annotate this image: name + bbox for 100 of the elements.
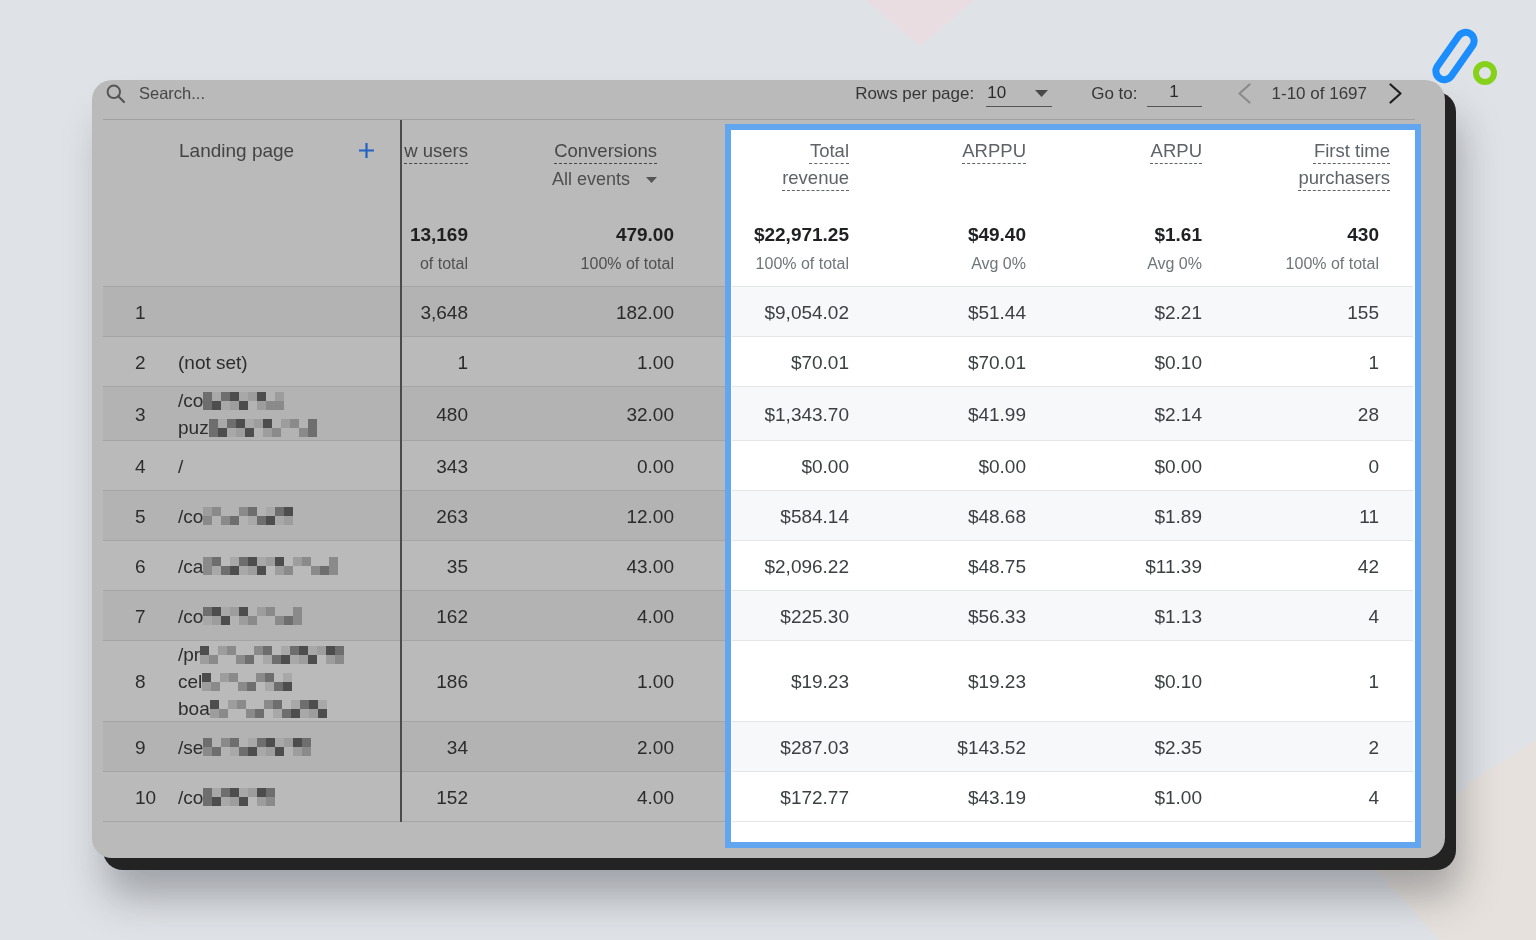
table-cell-text: $0.00: [800, 454, 850, 479]
table-cell-text: 12.00: [625, 504, 675, 529]
total-value: $22,971.25: [752, 223, 849, 247]
landing-page-text: (not set): [178, 350, 248, 375]
row-number: 9: [134, 735, 147, 760]
caret-down-icon: [1035, 89, 1049, 97]
total-note: Avg 0%: [1146, 254, 1202, 274]
table-cell-text: $143.52: [956, 735, 1027, 760]
table-cell-text: 1.00: [636, 350, 675, 375]
table-cell-text: $0.00: [977, 454, 1027, 479]
go-to-label: Go to:: [1091, 82, 1138, 105]
table-cell-text: $584.14: [779, 504, 850, 529]
column-header[interactable]: First time purchasers: [1286, 137, 1390, 191]
table-cell-text: 34: [445, 735, 469, 760]
table-cell-text: $48.68: [966, 504, 1027, 529]
landing-page-text: /co: [178, 785, 204, 810]
table-cell-text: 11: [1358, 504, 1380, 529]
table-cell-text: 4.00: [636, 785, 675, 810]
column-header[interactable]: Landing page: [179, 137, 295, 164]
total-value: $49.40: [966, 223, 1026, 247]
table-cell-text: 480: [435, 402, 469, 427]
landing-page-text: /co: [178, 389, 204, 413]
landing-page-text: /se: [178, 735, 204, 760]
plus-icon: [359, 143, 374, 158]
table-cell-text: $225.30: [779, 604, 850, 629]
total-note: 100% of total: [754, 254, 849, 274]
table-cell-text: $172.77: [779, 785, 850, 810]
landing-page-text: /co: [178, 604, 204, 629]
table-cell-text: 1: [456, 350, 469, 375]
table-cell-text: 186: [435, 670, 469, 694]
next-page-button[interactable]: [1389, 83, 1402, 104]
chevron-right-icon: [1389, 83, 1402, 104]
row-number: 2: [134, 350, 147, 375]
total-value: 430: [1346, 223, 1379, 247]
table-cell-text: $1.89: [1153, 504, 1203, 529]
column-header[interactable]: Conversions: [554, 137, 657, 164]
table-cell-text: 28: [1356, 402, 1380, 427]
landing-page-text: /pr: [178, 643, 201, 667]
total-note: 100% of total: [579, 254, 674, 274]
table-cell-text: 155: [1346, 300, 1380, 325]
table-cell-text: $70.01: [789, 350, 850, 375]
row-number: 3: [134, 402, 147, 427]
search-icon: [106, 84, 125, 103]
landing-page-text: /co: [178, 504, 204, 529]
total-value: $1.61: [1153, 223, 1202, 247]
table-cell-text: $2.14: [1153, 402, 1203, 427]
add-dimension-button[interactable]: [359, 143, 374, 158]
table-cell-text: $0.10: [1153, 670, 1203, 694]
total-note: Avg 0%: [970, 254, 1026, 274]
table-cell-text: 1: [1367, 670, 1380, 694]
rows-per-page-dropdown[interactable]: 10: [986, 80, 1053, 107]
table-cell-text: $48.75: [966, 554, 1027, 579]
column-header[interactable]: w users: [404, 137, 468, 164]
landing-page-text: cel: [178, 670, 203, 694]
table-cell-text: 4.00: [636, 604, 675, 629]
table-cell-text: 35: [445, 554, 469, 579]
table-cell-text: $43.19: [966, 785, 1027, 810]
table-cell-text: $2.21: [1153, 300, 1203, 325]
table-cell-text: $1.13: [1153, 604, 1203, 629]
column-header[interactable]: Total revenue: [745, 137, 849, 191]
table-cell-text: $1,343.70: [763, 402, 850, 427]
go-to-field[interactable]: 1: [1146, 80, 1202, 107]
total-note: of total: [418, 254, 468, 274]
table-cell-text: 2.00: [636, 735, 675, 760]
event-filter-dropdown[interactable]: All events: [551, 166, 657, 193]
caret-down-icon: [646, 176, 657, 183]
table-cell-text: $0.00: [1153, 454, 1203, 479]
row-number: 7: [134, 604, 147, 629]
table-cell-text: 42: [1356, 554, 1380, 579]
rows-per-page-label: Rows per page:: [855, 82, 975, 105]
table-cell-text: 1.00: [636, 670, 675, 694]
table-cell-text: $41.99: [966, 402, 1027, 427]
table-cell-text: $287.03: [779, 735, 850, 760]
table-cell-text: $19.23: [966, 670, 1027, 694]
table-cell-text: 2: [1367, 735, 1380, 760]
column-header[interactable]: ARPU: [1150, 137, 1202, 164]
landing-page-text: /ca: [178, 554, 204, 579]
table-cell-text: 0: [1367, 454, 1380, 479]
chevron-left-icon: [1237, 83, 1251, 104]
table-cell-text: 4: [1367, 785, 1380, 810]
column-header[interactable]: ARPPU: [962, 137, 1026, 164]
table-cell-text: 343: [435, 454, 469, 479]
table-cell-text: $9,054.02: [763, 300, 850, 325]
table-cell-text: 263: [435, 504, 469, 529]
row-number: 5: [134, 504, 147, 529]
table-cell-text: 4: [1367, 604, 1380, 629]
table-cell-text: 162: [435, 604, 469, 629]
table-cell-text: 182.00: [614, 300, 675, 325]
table-cell-text: $11.39: [1144, 554, 1203, 579]
table-cell-text: $2,096.22: [763, 554, 850, 579]
landing-page-text: boa: [178, 697, 210, 721]
total-value: 13,169: [408, 223, 468, 247]
row-number: 1: [134, 300, 147, 325]
table-cell-text: 3,648: [419, 300, 469, 325]
page-range-text: 1-10 of 1697: [1271, 82, 1367, 105]
landing-page-text: puz: [178, 416, 209, 440]
search-field[interactable]: Search...: [139, 81, 856, 106]
row-number: 8: [134, 670, 147, 694]
table-cell-text: $2.35: [1153, 735, 1203, 760]
row-number: 4: [134, 454, 147, 479]
